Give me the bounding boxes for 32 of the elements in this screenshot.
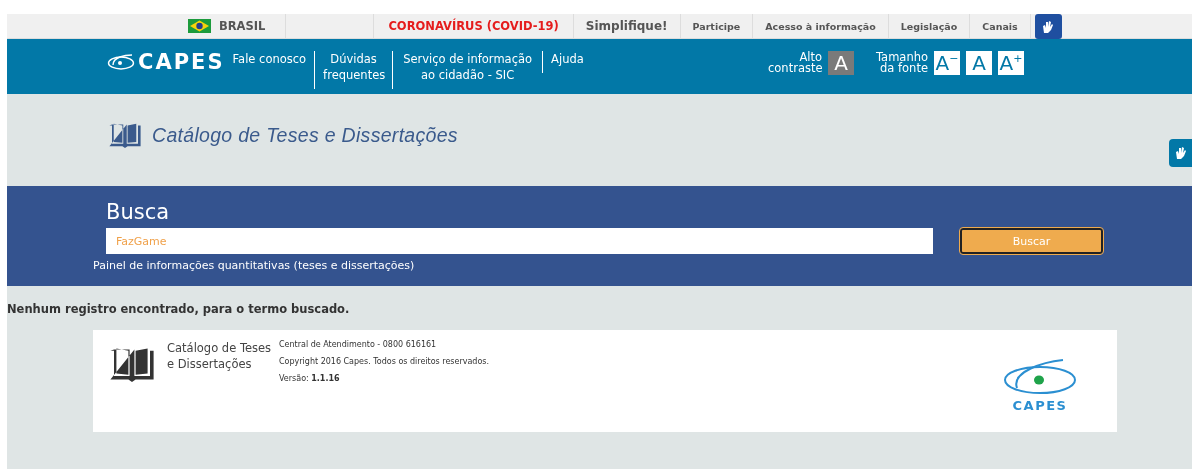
- top-link[interactable]: Legislação: [888, 14, 971, 38]
- country-label[interactable]: BRASIL: [219, 19, 266, 33]
- font-size-button[interactable]: A: [966, 51, 992, 75]
- font-size-button[interactable]: A$^{+}$: [998, 51, 1024, 75]
- logo-text: CAPES: [1012, 398, 1068, 413]
- top-link[interactable]: Participe: [680, 14, 754, 38]
- catalog-title: Catálogo de Teses e Dissertações: [152, 123, 458, 147]
- font-size-button[interactable]: A$^{−}$: [934, 51, 960, 75]
- top-link[interactable]: Acesso à informação: [753, 14, 889, 38]
- logo-text[interactable]: CAPES: [138, 50, 225, 74]
- panel-link[interactable]: Painel de informações quantitativas (teses e dissertações): [93, 259, 415, 272]
- contrast-label: Alto contraste: [768, 52, 822, 74]
- nav-link[interactable]: Dúvidas frequentes: [314, 51, 393, 89]
- no-results-message: Nenhum registro encontrado, para o termo buscado.: [7, 302, 351, 316]
- font-size-label: Tamanho da fonte: [874, 52, 928, 74]
- top-link[interactable]: Simplifique!: [573, 14, 681, 38]
- nav-link[interactable]: Serviço de informação ao cidadão - SIC: [392, 51, 543, 89]
- nav-link[interactable]: Fale conosco: [224, 51, 315, 73]
- nav-link[interactable]: Ajuda: [542, 51, 592, 73]
- flag-icon: [188, 19, 211, 33]
- accessibility-button[interactable]: [1034, 14, 1062, 39]
- logo-icon: [107, 53, 135, 71]
- top-link[interactable]: Canais: [970, 14, 1031, 38]
- contrast-button[interactable]: A: [828, 51, 854, 75]
- contact-text: Central de Atendimento - 0800 616161: [279, 340, 438, 349]
- version-text: Versão: 1.1.16: [279, 374, 341, 383]
- top-link[interactable]: CORONAVÍRUS (COVID-19): [374, 14, 574, 38]
- accessibility-button[interactable]: [1169, 139, 1192, 167]
- copyright-text: Copyright 2016 Capes. Todos os direitos reservados.: [279, 357, 490, 366]
- footer-title: Catálogo de Teses e Dissertações: [167, 340, 273, 373]
- search-title: Busca: [106, 200, 171, 224]
- book-icon: [107, 346, 157, 382]
